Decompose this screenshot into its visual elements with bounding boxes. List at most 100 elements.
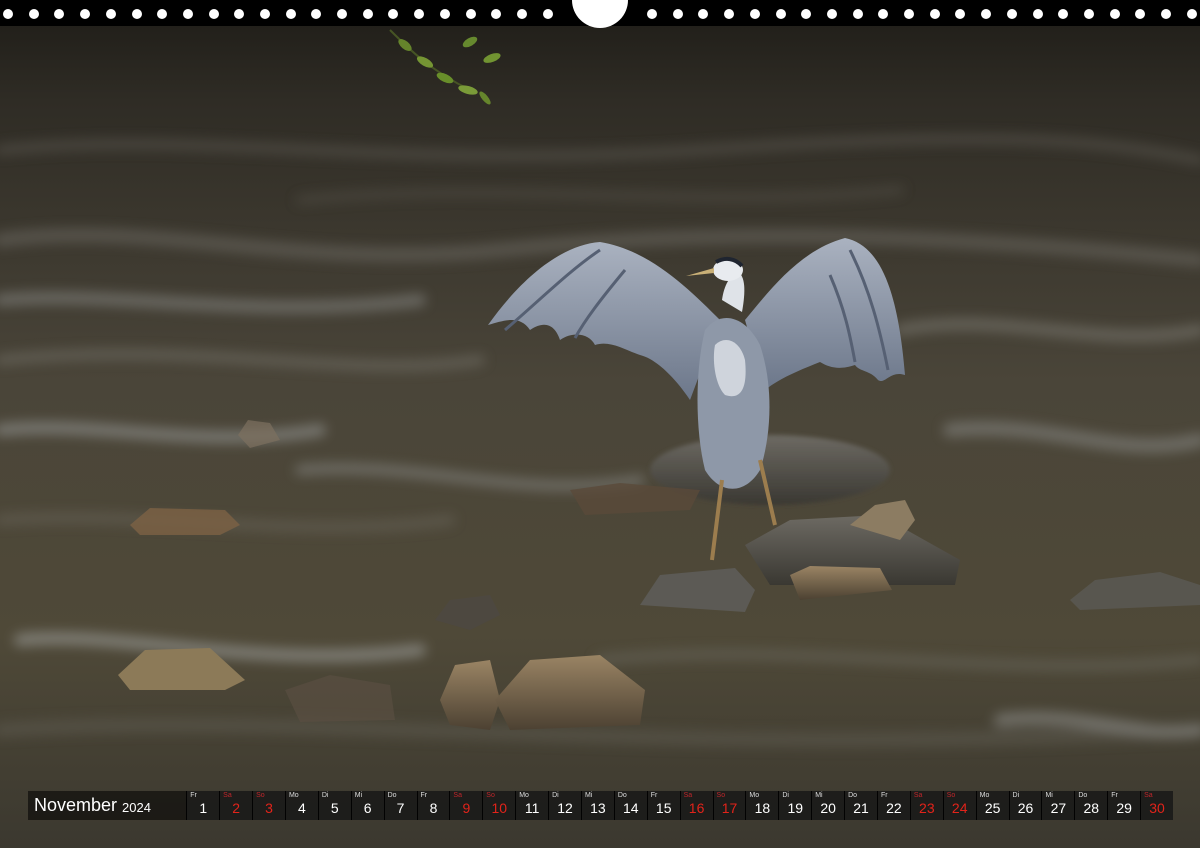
day-cell: Di 26 [1008,791,1042,820]
day-number: 24 [951,800,968,816]
weekday-label: Di [321,792,329,799]
binding-hole [363,9,373,19]
day-number: 7 [396,800,405,816]
day-number: 6 [363,800,372,816]
binding-hole [132,9,142,19]
binding-hole [1084,9,1094,19]
weekday-label: Sa [683,792,693,799]
day-number: 4 [298,800,306,816]
day-cell: Do 14 [613,791,647,820]
binding-hole [183,9,193,19]
day-number: 22 [886,800,902,816]
weekday-label: Fr [880,792,888,799]
weekday-label: Fr [420,792,428,799]
binding-hole [209,9,219,19]
binding-hole [157,9,167,19]
binding-hole [1058,9,1068,19]
weekday-label: Sa [1144,792,1153,799]
day-cell: Fr 8 [416,791,450,820]
binding-hole [543,9,553,19]
day-number: 9 [462,800,471,816]
day-cell: Di 5 [317,791,351,820]
day-number: 17 [721,800,738,816]
day-cell: Do 21 [844,791,877,820]
weekday-label: Mi [1045,792,1053,799]
binding-hole [801,9,811,19]
day-number: 5 [330,800,339,816]
day-number: 23 [919,800,935,816]
day-cell: Fr 1 [186,791,220,820]
weekday-label: So [486,792,495,799]
day-cell: Mi 20 [811,791,845,820]
binding-hole [106,9,116,19]
day-cell: Sa 23 [909,791,943,820]
day-cell: So 24 [942,791,976,820]
day-number: 1 [199,800,208,816]
day-cell: Sa 30 [1140,791,1173,820]
day-number: 15 [655,800,672,816]
day-number: 12 [557,800,573,816]
binding-hole [517,9,527,19]
binding-hole [260,9,270,19]
day-number: 8 [429,800,438,816]
weekday-label: Di [782,792,789,799]
weekday-label: So [946,792,956,799]
weekday-label: Mo [288,792,299,799]
day-cell: Mi 27 [1041,791,1075,820]
day-cell: Sa 2 [219,791,253,820]
day-cell: Do 7 [383,791,417,820]
weekday-label: Do [848,792,858,799]
binding-hole [904,9,914,19]
binding-hole [1161,9,1171,19]
weekday-label: So [256,792,265,799]
day-cell: Do 28 [1074,791,1108,820]
day-cell: Fr 29 [1107,791,1141,820]
weekday-label: Fr [190,792,197,799]
binding-hole [1033,9,1043,19]
binding-hole [3,9,13,19]
day-cell: Di 12 [548,791,581,820]
weekday-label: Do [1078,792,1088,799]
binding-hole [80,9,90,19]
day-number: 10 [491,800,508,816]
weekday-label: Fr [1111,792,1118,799]
month-year: 2024 [122,799,151,815]
weekday-label: Mo [979,792,990,799]
day-number: 18 [754,800,771,816]
day-cell: So 17 [712,791,746,820]
binding-hole [878,9,888,19]
photo-heron-river [0,0,1200,848]
day-number: 2 [232,800,241,816]
binding-hole [647,9,657,19]
day-cells: Fr 1 Sa 2 So 3 Mo 4 Di 5 Mi 6 Do 7 Fr 8 Sa 9 So 10 Mo 11 Di 12 M… [186,791,1173,820]
day-number: 21 [853,800,869,816]
day-number: 16 [688,800,705,816]
weekday-label: Di [1012,792,1020,799]
binding-hole [981,9,991,19]
binding-hole [955,9,965,19]
weekday-label: So [716,792,726,799]
binding-hole [466,9,476,19]
binding-hole [750,9,760,19]
day-number: 28 [1083,800,1100,816]
binding-hole [1110,9,1120,19]
day-cell: Fr 22 [876,791,910,820]
binding-hole [234,9,244,19]
day-number: 27 [1050,800,1067,816]
weekday-label: Di [552,792,559,799]
weekday-label: Do [387,792,397,799]
day-cell: Mi 13 [580,791,614,820]
day-number: 25 [984,800,1001,816]
weekday-label: Sa [223,792,232,799]
binding-hole [388,9,398,19]
day-cell: Mi 6 [350,791,384,820]
binding-hole [1187,9,1197,19]
binding-hole [311,9,321,19]
weekday-label: Mi [815,792,823,799]
month-title: November 2024 [28,791,186,820]
binding-hole [29,9,39,19]
day-cell: Fr 15 [646,791,680,820]
day-cell: Mo 4 [284,791,318,820]
weekday-label: Mo [519,792,529,799]
binding-hole [491,9,501,19]
